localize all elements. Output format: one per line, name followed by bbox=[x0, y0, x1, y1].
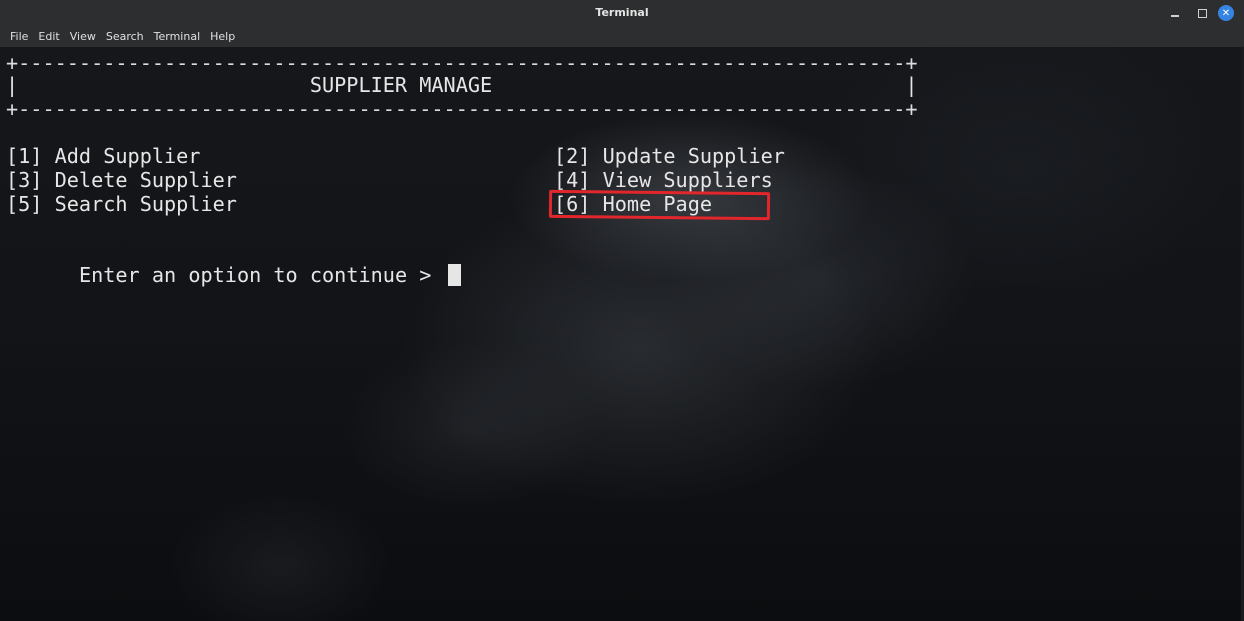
option-search-supplier[interactable]: [5] Search Supplier bbox=[6, 192, 237, 216]
terminal-window: Terminal ✕ File Edit View Search Termina… bbox=[0, 0, 1244, 621]
menu-bar: File Edit View Search Terminal Help bbox=[0, 26, 1244, 47]
header-title: | SUPPLIER MANAGE | bbox=[6, 73, 918, 97]
maximize-icon bbox=[1197, 8, 1207, 18]
menu-edit[interactable]: Edit bbox=[31, 30, 66, 43]
terminal-output[interactable]: +---------------------------------------… bbox=[0, 47, 1244, 621]
title-bar[interactable]: Terminal ✕ bbox=[0, 0, 1244, 26]
close-icon: ✕ bbox=[1221, 7, 1231, 19]
menu-view[interactable]: View bbox=[63, 30, 103, 43]
close-button[interactable]: ✕ bbox=[1218, 5, 1234, 21]
menu-help[interactable]: Help bbox=[203, 30, 242, 43]
option-view-suppliers[interactable]: [4] View Suppliers bbox=[554, 168, 773, 192]
maximize-button[interactable] bbox=[1194, 5, 1210, 21]
prompt-text: Enter an option to continue > bbox=[78, 263, 444, 287]
text-cursor bbox=[447, 264, 461, 286]
header-border-top: +---------------------------------------… bbox=[6, 51, 918, 75]
menu-terminal[interactable]: Terminal bbox=[147, 30, 208, 43]
menu-search[interactable]: Search bbox=[99, 30, 151, 43]
option-add-supplier[interactable]: [1] Add Supplier bbox=[6, 144, 200, 168]
minimize-button[interactable] bbox=[1167, 5, 1183, 21]
header-border-bottom: +---------------------------------------… bbox=[6, 97, 918, 121]
minimize-icon bbox=[1171, 15, 1179, 17]
window-title: Terminal bbox=[595, 6, 649, 19]
option-update-supplier[interactable]: [2] Update Supplier bbox=[554, 144, 785, 168]
option-home-page[interactable]: [6] Home Page bbox=[554, 192, 712, 216]
input-prompt-line[interactable]: Enter an option to continue > bbox=[6, 239, 461, 311]
option-delete-supplier[interactable]: [3] Delete Supplier bbox=[6, 168, 237, 192]
